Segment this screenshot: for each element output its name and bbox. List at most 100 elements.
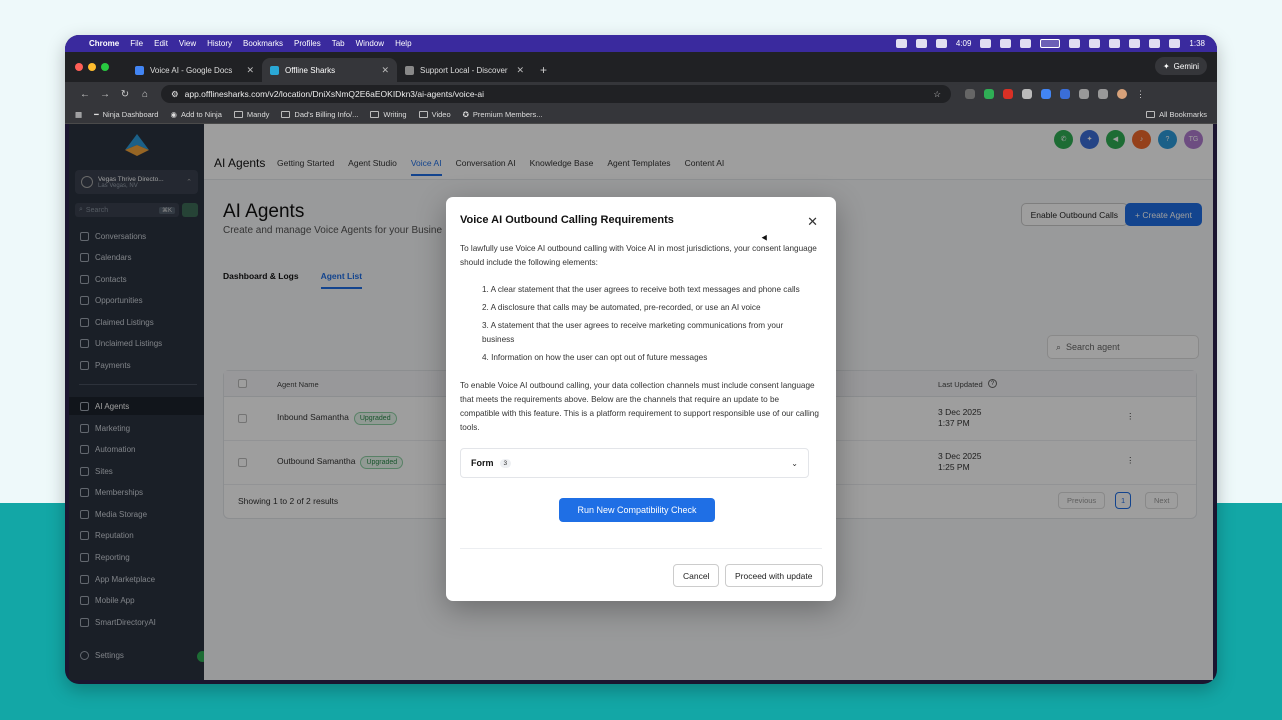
extension-icon[interactable]: [1041, 89, 1051, 99]
folder-icon: [370, 111, 380, 118]
app-viewport: Vegas Thrive Directo... Las Vegas, NV ⌃ …: [69, 124, 1213, 680]
extension-icon[interactable]: [984, 89, 994, 99]
extension-icon[interactable]: [1060, 89, 1070, 99]
screen-record-icon[interactable]: [1040, 39, 1061, 48]
bookmark-folder[interactable]: Dad's Billing Info/...: [281, 110, 358, 119]
screen-frame: Chrome File Edit View History Bookmarks …: [65, 35, 1217, 684]
close-window-icon[interactable]: [75, 63, 83, 71]
sparkle-icon: ✦: [1162, 61, 1170, 71]
globe-icon: ◉: [170, 110, 178, 119]
address-bar[interactable]: ⚙ app.offlinesharks.com/v2/location/DniX…: [161, 85, 951, 103]
apps-icon[interactable]: ▦: [75, 110, 82, 119]
proceed-with-update-button[interactable]: Proceed with update: [725, 564, 823, 587]
battery-icon[interactable]: [1149, 39, 1161, 48]
status-icon[interactable]: [915, 39, 927, 48]
reload-icon[interactable]: ↻: [115, 89, 135, 100]
browser-tab[interactable]: Support Local - Discover & S ✕: [397, 58, 532, 82]
bookmark-label: All Bookmarks: [1159, 110, 1207, 119]
close-tab-icon[interactable]: ✕: [381, 65, 389, 76]
bookmark-label: Dad's Billing Info/...: [294, 110, 359, 119]
bookmark-item[interactable]: ✪ Premium Members...: [463, 110, 543, 119]
menu-history[interactable]: History: [207, 39, 232, 48]
puzzle-icon[interactable]: [1079, 89, 1089, 99]
status-icon[interactable]: [1020, 39, 1032, 48]
bookmark-folder[interactable]: Writing: [370, 110, 407, 119]
folder-icon: [1146, 111, 1156, 118]
browser-tab[interactable]: Voice AI - Google Docs ✕: [127, 58, 262, 82]
new-tab-button[interactable]: +: [532, 58, 555, 82]
status-icon[interactable]: [1069, 39, 1081, 48]
run-compatibility-check-button[interactable]: Run New Compatibility Check: [559, 498, 715, 522]
zoom-window-icon[interactable]: [101, 63, 109, 71]
bookmark-item[interactable]: ━ Ninja Dashboard: [94, 110, 158, 119]
menu-help[interactable]: Help: [395, 39, 411, 48]
close-tab-icon[interactable]: ✕: [516, 65, 524, 76]
bookmark-label: Mandy: [246, 110, 270, 119]
menu-chrome[interactable]: Chrome: [89, 39, 119, 48]
folder-icon: [281, 111, 291, 118]
menu-window[interactable]: Window: [356, 39, 384, 48]
wifi-icon[interactable]: [1129, 39, 1141, 48]
extension-icon[interactable]: [1022, 89, 1032, 99]
requirements-list: 1. A clear statement that the user agree…: [482, 283, 817, 369]
dropbox-icon[interactable]: [1000, 39, 1012, 48]
profile-avatar[interactable]: [1117, 89, 1127, 99]
support-local-icon: [405, 65, 414, 75]
offline-sharks-icon: [270, 65, 279, 75]
home-icon[interactable]: ⌂: [135, 89, 155, 100]
extension-icon[interactable]: [965, 89, 975, 99]
requirement-item: 2. A disclosure that calls may be automa…: [482, 303, 761, 312]
url-text: app.offlinesharks.com/v2/location/DniXsN…: [184, 89, 485, 99]
menu-profiles[interactable]: Profiles: [294, 39, 321, 48]
google-docs-icon: [135, 65, 144, 75]
outbound-requirements-modal: Voice AI Outbound Calling Requirements ✕…: [446, 197, 836, 601]
bookmark-star-icon[interactable]: ☆: [933, 89, 941, 100]
tab-title: Voice AI - Google Docs: [150, 65, 233, 75]
all-bookmarks[interactable]: All Bookmarks: [1146, 110, 1207, 119]
modal-divider: [460, 548, 822, 549]
status-icon[interactable]: [895, 39, 907, 48]
bookmark-item[interactable]: ◉ Add to Ninja: [170, 110, 221, 119]
site-settings-icon[interactable]: ⚙: [171, 89, 179, 100]
bookmark-label: Premium Members...: [472, 110, 543, 119]
menu-tab[interactable]: Tab: [332, 39, 345, 48]
modal-intro: To lawfully use Voice AI outbound callin…: [460, 244, 817, 267]
status-icon[interactable]: [935, 39, 947, 48]
mac-menubar: Chrome File Edit View History Bookmarks …: [65, 35, 1217, 52]
menu-dots-icon[interactable]: ⋮: [1136, 89, 1145, 99]
side-panel-icon[interactable]: [1098, 89, 1108, 99]
menubar-status-area: 4:09 1:38: [895, 39, 1205, 48]
menu-edit[interactable]: Edit: [154, 39, 168, 48]
form-channels-accordion[interactable]: Form 3 ⌄: [460, 448, 809, 478]
requirement-item: 3. A statement that the user agrees to r…: [482, 321, 784, 344]
status-icon[interactable]: [980, 39, 992, 48]
menu-view[interactable]: View: [179, 39, 196, 48]
timer-readout[interactable]: 4:09: [956, 39, 972, 48]
modal-body: To enable Voice AI outbound calling, you…: [460, 381, 819, 432]
close-icon[interactable]: ✕: [807, 214, 818, 230]
forward-icon[interactable]: →: [95, 89, 115, 100]
minimize-window-icon[interactable]: [88, 63, 96, 71]
close-tab-icon[interactable]: ✕: [246, 65, 254, 76]
calendar-extension-icon[interactable]: [1003, 89, 1013, 99]
bookmark-folder[interactable]: Video: [418, 110, 451, 119]
modal-title: Voice AI Outbound Calling Requirements: [460, 214, 674, 226]
bookmark-label: Video: [431, 110, 451, 119]
search-icon[interactable]: [1089, 39, 1101, 48]
chevron-down-icon: ⌄: [791, 458, 798, 468]
bookmarks-bar: ▦ ━ Ninja Dashboard ◉ Add to Ninja Mandy D…: [65, 106, 1217, 124]
requirement-item: 1. A clear statement that the user agree…: [482, 285, 800, 294]
menu-bookmarks[interactable]: Bookmarks: [243, 39, 283, 48]
clock[interactable]: 1:38: [1189, 39, 1205, 48]
cancel-button[interactable]: Cancel: [673, 564, 720, 587]
back-icon[interactable]: ←: [75, 89, 95, 100]
status-icon[interactable]: [1109, 39, 1121, 48]
menu-file[interactable]: File: [130, 39, 143, 48]
gemini-button[interactable]: ✦ Gemini: [1154, 57, 1207, 75]
control-center-icon[interactable]: [1169, 39, 1181, 48]
dash-icon: ━: [94, 110, 99, 119]
bookmark-label: Writing: [383, 110, 407, 119]
bookmark-folder[interactable]: Mandy: [233, 110, 270, 119]
browser-tab-active[interactable]: Offline Sharks ✕: [262, 58, 397, 82]
folder-icon: [233, 111, 243, 118]
